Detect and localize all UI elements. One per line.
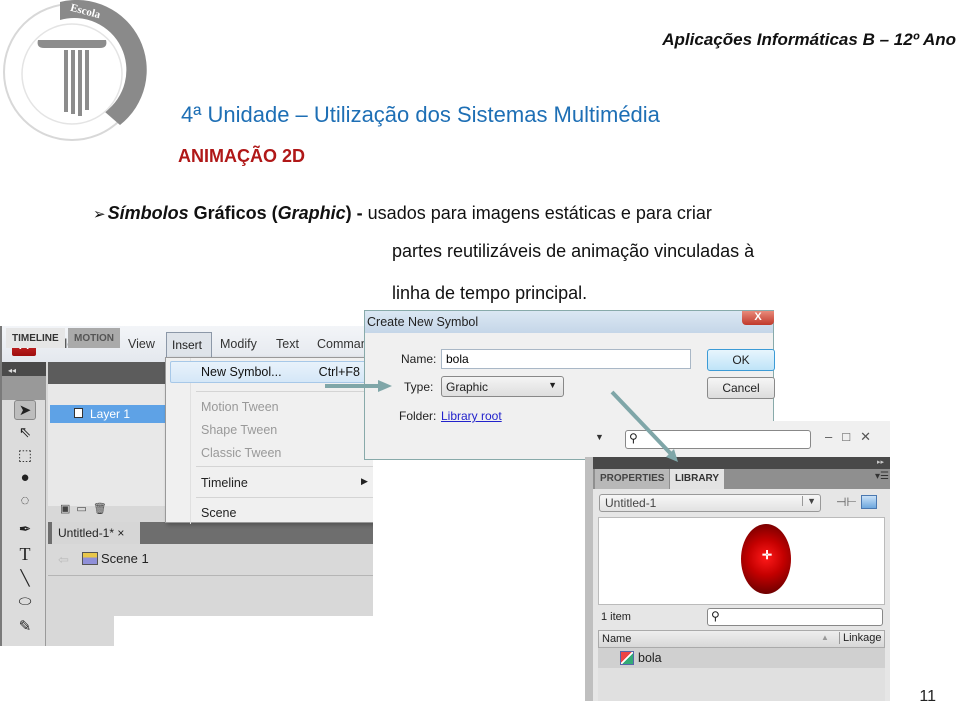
menu-view[interactable]: View <box>128 337 155 351</box>
layer-actions: ▣▭🗑 <box>60 502 113 515</box>
line-tool-icon[interactable]: ╲ <box>14 569 36 589</box>
bullet-continuation-1: partes reutilizáveis de animação vincula… <box>392 241 755 261</box>
minimize-icon[interactable]: – <box>825 429 842 444</box>
tab-timeline[interactable]: TIMELINE <box>6 328 65 348</box>
free-transform-tool-icon[interactable]: ⬚ <box>14 446 36 466</box>
menu-insert[interactable]: Insert <box>166 332 212 358</box>
tab-library[interactable]: LIBRARY <box>670 469 725 489</box>
pencil-tool-icon[interactable]: ✎ <box>14 617 36 637</box>
library-item[interactable]: bola <box>598 648 885 668</box>
tools-collapse-bar[interactable]: ◂◂ <box>2 362 46 376</box>
lasso-tool-icon[interactable]: ◌ <box>14 492 36 512</box>
library-search-input[interactable]: ⚲ <box>707 608 883 626</box>
menu-commands[interactable]: Comman <box>317 337 368 351</box>
section-title: ANIMAÇÃO 2D <box>178 146 306 166</box>
close-icon[interactable]: ✕ <box>860 429 881 444</box>
registration-point-icon: ✛ <box>762 548 773 562</box>
menu-separator <box>196 391 373 392</box>
expand-icon: ▸▸ <box>876 459 884 466</box>
column-name[interactable]: Name <box>602 633 631 645</box>
back-arrow-icon[interactable]: ⇦ <box>58 552 69 568</box>
menu-item-shape-tween[interactable]: Shape Tween <box>201 423 277 437</box>
school-logo: Escola <box>3 0 147 141</box>
insert-dropdown-menu: New Symbol... Ctrl+F8 Motion Tween Shape… <box>165 357 373 524</box>
library-document-select[interactable]: Untitled-1 ▼ <box>599 494 821 512</box>
name-label: Name: <box>401 352 437 366</box>
3d-rotation-tool-icon[interactable]: ● <box>14 469 36 489</box>
library-window: ▼ ⚲ –□✕ ▸▸ PROPERTIES LIBRARY ▾☰ Untitle… <box>585 421 890 701</box>
selection-tool-icon[interactable]: ➤ <box>14 400 36 420</box>
menu-text[interactable]: Text <box>276 337 299 351</box>
new-layer-icon[interactable]: ▣ <box>60 503 76 515</box>
menu-item-scene[interactable]: Scene <box>201 506 236 520</box>
dropdown-caret-icon: ▼ <box>548 380 557 390</box>
menu-separator <box>196 466 373 467</box>
submenu-arrow-icon: ▶ <box>361 476 368 486</box>
text-tool-icon[interactable]: T <box>14 544 36 564</box>
library-column-header: Name ▲ Linkage <box>598 630 885 648</box>
menu-separator <box>196 497 373 498</box>
scene-clapper-icon <box>82 552 98 565</box>
search-icon: ⚲ <box>629 431 638 445</box>
delete-layer-icon[interactable]: 🗑 <box>93 503 113 515</box>
stage[interactable] <box>114 616 373 646</box>
maximize-icon[interactable]: □ <box>842 429 860 444</box>
layer-row[interactable]: Layer 1 <box>50 405 170 423</box>
oval-tool-icon[interactable]: ⬭ <box>14 593 36 613</box>
cancel-button[interactable]: Cancel <box>707 377 775 399</box>
bullet-continuation-2: linha de tempo principal. <box>392 283 588 303</box>
tab-properties[interactable]: PROPERTIES <box>595 469 670 489</box>
document-tab[interactable]: Untitled-1* × <box>52 522 140 544</box>
tools-header <box>2 376 46 400</box>
subselection-tool-icon[interactable]: ⇖ <box>14 423 36 443</box>
folder-label: Folder: <box>399 409 437 423</box>
unit-title: 4ª Unidade – Utilização dos Sistemas Mul… <box>181 102 660 127</box>
shortcut-label: Ctrl+F8 <box>318 365 360 379</box>
course-title: Aplicações Informáticas B – 12º Ano <box>662 30 956 49</box>
symbol-preview: ✛ <box>598 517 885 605</box>
library-list-empty <box>598 668 885 701</box>
menu-item-classic-tween[interactable]: Classic Tween <box>201 446 281 460</box>
folder-link[interactable]: Library root <box>441 409 502 423</box>
menu-item-timeline[interactable]: Timeline <box>201 476 248 490</box>
graphic-symbol-icon <box>620 651 634 665</box>
panel-edge <box>585 457 593 701</box>
pin-library-icon[interactable]: ⊣⊢ <box>836 495 857 509</box>
panel-collapse-bar[interactable]: ▸▸ <box>593 457 890 469</box>
dialog-title: Create New Symbol <box>365 311 773 333</box>
menu-item-new-symbol[interactable]: New Symbol... Ctrl+F8 <box>170 361 373 383</box>
item-count: 1 item <box>601 611 631 623</box>
bullet-arrow-icon: ➢ <box>93 206 106 223</box>
search-icon: ⚲ <box>711 609 720 623</box>
type-label: Type: <box>404 380 434 394</box>
ok-button[interactable]: OK <box>707 349 775 371</box>
new-folder-icon[interactable]: ▭ <box>76 503 92 515</box>
menu-modify[interactable]: Modify <box>220 337 257 351</box>
tab-motion-editor[interactable]: MOTION <box>68 328 120 348</box>
layer-icon <box>74 408 83 418</box>
help-search-input[interactable]: ⚲ <box>625 430 811 449</box>
bullet-point: ➢ Símbolos Gráficos (Graphic) - usados pa… <box>93 203 712 223</box>
menu-item-motion-tween[interactable]: Motion Tween <box>201 400 279 414</box>
flash-window: Fl File Edit View Insert Modify Text Com… <box>0 326 373 646</box>
new-library-panel-icon[interactable] <box>861 495 877 509</box>
workspace-dropdown-icon[interactable]: ▼ <box>595 432 604 442</box>
close-button[interactable]: X <box>742 311 774 325</box>
panel-menu-icon[interactable]: ▾☰ <box>875 471 889 482</box>
page-number: 11 <box>919 688 936 705</box>
scene-label[interactable]: Scene 1 <box>101 551 149 566</box>
sort-icon[interactable]: ▲ <box>821 633 829 642</box>
name-input[interactable] <box>441 349 691 369</box>
pen-tool-icon[interactable]: ✒ <box>14 520 36 540</box>
collapse-icon: ◂◂ <box>8 366 17 375</box>
window-controls: –□✕ <box>825 429 881 445</box>
type-select[interactable]: Graphic ▼ <box>441 376 564 397</box>
column-linkage[interactable]: Linkage <box>839 632 882 644</box>
dropdown-caret-icon: ▼ <box>802 496 816 506</box>
